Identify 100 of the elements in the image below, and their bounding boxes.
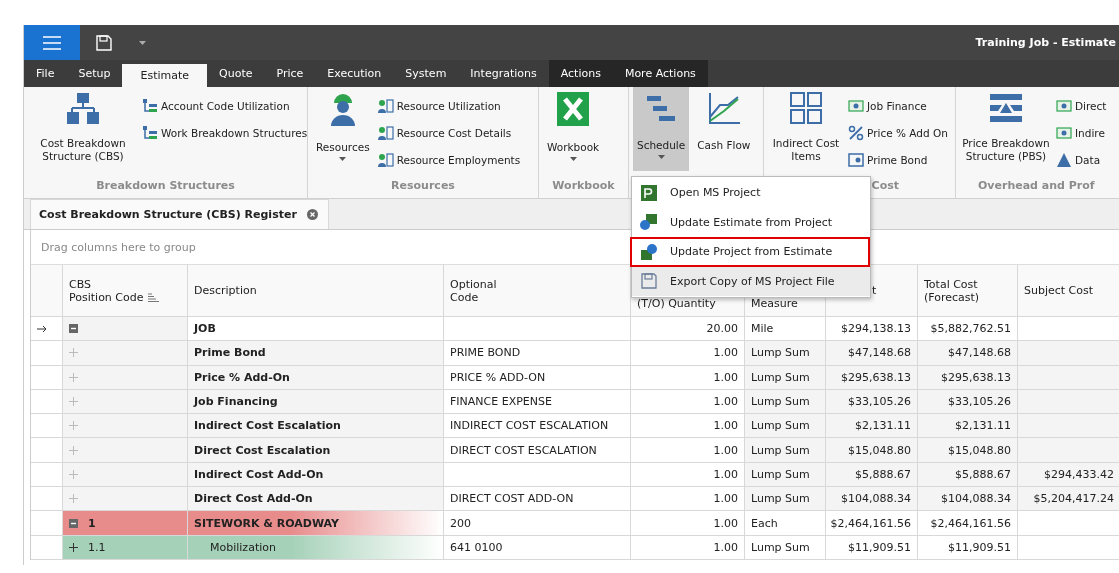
table-cell: $5,204,417.24: [1018, 487, 1119, 512]
menu-item[interactable]: Update Project from Estimate: [630, 237, 870, 267]
table-cell: $5,882,762.51: [918, 317, 1018, 342]
table-cell: 1.00: [631, 438, 745, 463]
table-cell: $104,088.34: [918, 487, 1018, 512]
table-cell: $5,888.67: [826, 462, 918, 488]
table-cell: Lump Sum: [745, 389, 826, 415]
table-cell: Mobilization: [188, 535, 444, 560]
group-label: Overhead and Prof: [978, 179, 1095, 192]
table-cell: $2,464,161.56: [826, 511, 918, 536]
ribbon-tab[interactable]: Integrations: [458, 60, 549, 87]
menu-icon: [43, 35, 61, 50]
menu-item[interactable]: Open MS Project: [632, 178, 870, 208]
table-cell: SITEWORK & ROADWAY: [188, 511, 444, 536]
ribbon-button[interactable]: Price % Add On: [848, 122, 948, 144]
table-cell: $295,638.13: [826, 365, 918, 390]
save-icon: [96, 34, 112, 51]
ribbon-button[interactable]: Work Breakdown Structures: [142, 122, 308, 144]
column-header[interactable]: Subject Cost: [1018, 265, 1119, 317]
table-cell: Lump Sum: [745, 535, 826, 560]
table-cell: $2,131.11: [918, 414, 1018, 439]
ribbon-button[interactable]: Account Code Utilization: [142, 95, 308, 117]
close-icon[interactable]: [306, 209, 318, 220]
table-cell: INDIRECT COST ESCALATION: [444, 414, 631, 439]
ribbon-tab[interactable]: System: [393, 60, 459, 87]
table-cell: Lump Sum: [745, 462, 826, 488]
ribbon-tab[interactable]: Quote: [207, 60, 265, 87]
people-icon: [377, 152, 394, 168]
spreadsheet-icon: [556, 91, 591, 127]
ribbon-button[interactable]: Prime Bond: [848, 149, 948, 171]
certificate-icon: [848, 152, 864, 168]
ribbon-button[interactable]: Resource Cost Details: [377, 122, 521, 144]
pyramid-structure-icon: [988, 91, 1024, 125]
table-cell: Prime Bond: [188, 341, 444, 366]
table-cell: Indirect Cost Add-On: [188, 462, 444, 488]
document-tab[interactable]: Cost Breakdown Structure (CBS) Register: [30, 199, 329, 229]
line-chart-icon: [706, 91, 741, 125]
table-cell: 1.00: [631, 487, 745, 512]
group-label: Resources: [391, 179, 455, 192]
ribbon-button[interactable]: Schedule: [633, 87, 690, 171]
table-cell: Lump Sum: [745, 414, 826, 439]
ribbon-button[interactable]: Resources: [312, 87, 374, 171]
ribbon-button[interactable]: Resource Utilization: [377, 95, 521, 117]
menu-item[interactable]: Export Copy of MS Project File: [632, 266, 870, 296]
project-file-icon: [640, 183, 658, 202]
table-cell: 1.00: [631, 414, 745, 439]
ribbon-button[interactable]: Indire: [1056, 122, 1107, 144]
column-header[interactable]: CBS Position Code: [63, 265, 188, 317]
ribbon-tab[interactable]: Setup: [66, 60, 123, 87]
table-cell: PRICE % ADD-ON: [444, 365, 631, 390]
collapse-icon[interactable]: [69, 518, 78, 528]
table-cell: $5,888.67: [918, 462, 1018, 488]
ribbon-button[interactable]: Price Breakdown Structure (PBS): [958, 87, 1054, 171]
ribbon-button[interactable]: Cost Breakdown Structure (CBS): [28, 87, 138, 171]
collapse-icon[interactable]: [69, 324, 78, 334]
table-cell: Job Financing: [188, 389, 444, 415]
table-cell: Lump Sum: [745, 487, 826, 512]
table-cell: Direct Cost Add-On: [188, 487, 444, 512]
expand-icon[interactable]: [69, 542, 78, 552]
ribbon-tab[interactable]: File: [24, 60, 67, 87]
ribbon-button[interactable]: Cash Flow: [693, 87, 755, 171]
table-cell: $15,048.80: [826, 438, 918, 463]
table-cell: 1: [63, 511, 188, 536]
menu-item[interactable]: Update Estimate from Project: [632, 207, 870, 237]
table-cell: $15,048.80: [918, 438, 1018, 463]
ribbon-tab[interactable]: Execution: [315, 60, 394, 87]
column-header[interactable]: Description: [188, 265, 444, 317]
table-cell: $2,131.11: [826, 414, 918, 439]
ribbon-tab[interactable]: Price: [264, 60, 316, 87]
ribbon-tab[interactable]: Actions: [548, 60, 613, 87]
ribbon-button[interactable]: Indirect Cost Items: [768, 87, 844, 171]
ribbon-tab[interactable]: Estimate: [122, 64, 208, 87]
table-cell: $294,433.42: [1018, 462, 1119, 488]
caret-icon: [138, 40, 146, 45]
ribbon-button[interactable]: Resource Employments: [377, 149, 521, 171]
table-cell: 641 0100: [444, 535, 631, 560]
sync-project-icon: [640, 242, 658, 261]
table-cell: $47,148.68: [826, 341, 918, 366]
ribbon-tab[interactable]: More Actions: [612, 60, 708, 87]
table-cell: $33,105.26: [918, 389, 1018, 415]
banknote-icon: [1056, 125, 1072, 141]
table-cell: 1.00: [631, 365, 745, 390]
table-cell: DIRECT COST ADD-ON: [444, 487, 631, 512]
tree-icon: [142, 125, 158, 141]
table-cell: DIRECT COST ESCALATION: [444, 438, 631, 463]
table-cell: 20.00: [631, 317, 745, 342]
ribbon-button[interactable]: Data: [1056, 149, 1107, 171]
table-cell: PRIME BOND: [444, 341, 631, 366]
column-header[interactable]: Optional Code: [444, 265, 631, 317]
column-header[interactable]: Total Cost (Forecast): [918, 265, 1018, 317]
ribbon-button[interactable]: Direct: [1056, 95, 1107, 117]
menu-button[interactable]: [24, 25, 80, 60]
table-cell: Each: [745, 511, 826, 536]
table-cell: FINANCE EXPENSE: [444, 389, 631, 415]
table-cell: 200: [444, 511, 631, 536]
ribbon-button[interactable]: Job Finance: [848, 95, 948, 117]
pyramid-icon: [1056, 152, 1072, 168]
window-title: Training Job - Estimate: [975, 36, 1117, 49]
caret-icon: [657, 155, 665, 159]
ribbon-button[interactable]: Workbook: [543, 87, 604, 171]
